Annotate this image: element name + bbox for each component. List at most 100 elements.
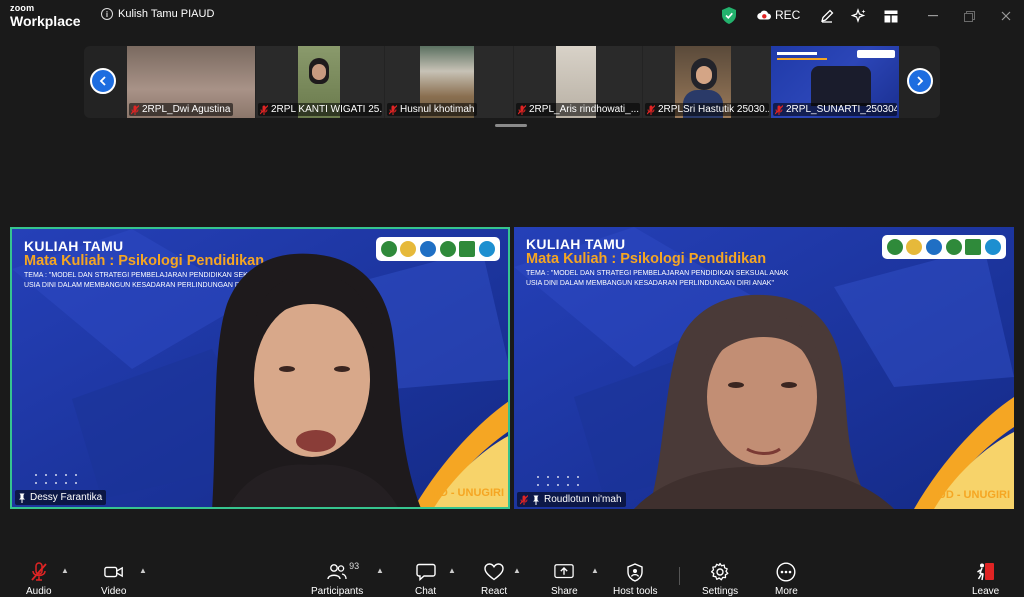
participant-name: Husnul khotimah <box>400 104 475 115</box>
participant-video <box>212 253 421 507</box>
settings-label: Settings <box>702 586 739 597</box>
shield-icon[interactable] <box>722 7 736 24</box>
shield-icon <box>627 562 643 582</box>
mic-muted-icon <box>775 104 783 115</box>
settings-button[interactable]: Settings <box>702 562 738 597</box>
mic-muted-icon <box>647 104 655 115</box>
leave-button[interactable]: Leave <box>972 562 999 597</box>
audio-button[interactable]: Audio <box>26 562 52 597</box>
mic-muted-icon <box>520 494 528 505</box>
video-label: Video <box>101 586 127 597</box>
app-logo: zoom Workplace <box>10 3 81 29</box>
pin-icon <box>19 493 25 503</box>
rec-label: REC <box>775 8 801 22</box>
participants-button[interactable]: 93 Participants <box>311 561 364 597</box>
react-label: React <box>481 586 508 597</box>
close-button[interactable] <box>998 8 1014 24</box>
participant-thumbnail[interactable]: 2RPLSri Hastutik 25030... <box>643 46 771 118</box>
audio-label: Audio <box>26 586 52 597</box>
participant-name: 2RPL_SUNARTI_250304... <box>786 104 897 115</box>
host-tools-button[interactable]: Host tools <box>613 562 657 597</box>
chat-bubble-icon <box>415 563 436 581</box>
react-button[interactable]: React <box>481 562 507 597</box>
meeting-info-button[interactable]: i Kulish Tamu PIAUD <box>101 8 214 20</box>
restore-icon <box>963 10 975 22</box>
more-button[interactable]: More <box>775 562 798 597</box>
mic-muted-icon <box>389 104 397 115</box>
meeting-title: Kulish Tamu PIAUD <box>118 8 215 20</box>
participant-name-label: 2RPL_Dwi Agustina <box>129 103 234 116</box>
react-options-chevron-icon[interactable]: ▲ <box>513 566 521 575</box>
sparkle-icon <box>851 8 866 23</box>
participant-name-label: Roudlotun ni'mah <box>517 492 626 507</box>
participant-name-label: 2RPL KANTI WIGATI 25... <box>258 103 382 116</box>
share-button[interactable]: Share <box>551 562 578 597</box>
mic-muted-icon <box>131 104 139 115</box>
video-tile[interactable]: KULIAH TAMU Mata Kuliah : Psikologi Pend… <box>514 227 1014 509</box>
participant-thumbnail[interactable]: 2RPL_Dwi Agustina <box>127 46 255 118</box>
mic-muted-icon <box>518 104 526 115</box>
participant-thumbnail[interactable]: 2RPL_SUNARTI_250304... <box>771 46 899 118</box>
participant-name-label: Dessy Farantika <box>15 490 107 505</box>
participants-label: Participants <box>311 586 364 597</box>
grid-view-icon <box>884 10 898 22</box>
mic-muted-icon <box>260 104 268 115</box>
filmstrip-prev-button[interactable] <box>90 68 116 94</box>
participant-thumbnail[interactable]: 2RPL_Aris rindhowati_... <box>514 46 642 118</box>
chevron-left-icon <box>99 76 106 86</box>
host-tools-label: Host tools <box>613 586 658 597</box>
minimize-icon <box>928 15 938 17</box>
video-options-chevron-icon[interactable]: ▲ <box>139 566 147 575</box>
participants-options-chevron-icon[interactable]: ▲ <box>376 566 384 575</box>
participant-thumbnail[interactable]: Husnul khotimah <box>385 46 513 118</box>
chat-button[interactable]: Chat <box>415 562 436 597</box>
share-label: Share <box>551 586 578 597</box>
cloud-record-icon <box>757 10 771 20</box>
recording-indicator[interactable]: REC <box>757 8 800 22</box>
video-button[interactable]: Video <box>101 562 126 597</box>
more-label: More <box>775 586 798 597</box>
brand-top: zoom <box>10 3 35 13</box>
view-button[interactable] <box>879 4 903 28</box>
toolbar-divider <box>679 567 680 585</box>
participants-icon <box>327 564 347 580</box>
participant-thumbnail[interactable]: 2RPL KANTI WIGATI 25... <box>256 46 384 118</box>
participant-video <box>634 294 894 509</box>
annotate-button[interactable] <box>815 4 839 28</box>
pin-icon <box>533 495 539 505</box>
pencil-icon <box>821 9 834 23</box>
participant-name: Dessy Farantika <box>30 492 103 503</box>
leave-door-icon <box>976 563 994 581</box>
restore-button[interactable] <box>961 8 977 24</box>
participant-name-label: Husnul khotimah <box>387 103 478 116</box>
share-options-chevron-icon[interactable]: ▲ <box>591 566 599 575</box>
more-options-icon <box>776 562 796 582</box>
close-icon <box>1001 11 1011 21</box>
leave-label: Leave <box>972 586 1000 597</box>
info-icon: i <box>101 8 113 20</box>
meeting-toolbar <box>0 554 1024 597</box>
title-bar: zoom Workplace i Kulish Tamu PIAUD REC <box>0 0 1024 33</box>
chat-label: Chat <box>415 586 437 597</box>
filmstrip-next-button[interactable] <box>907 68 933 94</box>
participant-name: 2RPLSri Hastutik 25030... <box>658 104 769 115</box>
gear-icon <box>711 562 729 581</box>
participant-name: 2RPL_Aris rindhowati_... <box>529 104 640 115</box>
participant-name-label: 2RPL_Aris rindhowati_... <box>516 103 640 116</box>
participant-name: Roudlotun ni'mah <box>544 494 622 505</box>
minimize-button[interactable] <box>925 8 941 24</box>
share-screen-icon <box>554 564 575 579</box>
participant-name: 2RPL KANTI WIGATI 25... <box>271 104 382 115</box>
mic-muted-icon <box>31 562 47 581</box>
heart-icon <box>484 563 504 581</box>
participant-name-label: 2RPLSri Hastutik 25030... <box>645 103 769 116</box>
participant-name: 2RPL_Dwi Agustina <box>142 104 231 115</box>
ai-companion-button[interactable] <box>847 4 871 28</box>
chat-options-chevron-icon[interactable]: ▲ <box>448 566 456 575</box>
brand-bottom: Workplace <box>10 13 81 29</box>
video-camera-icon <box>103 566 123 578</box>
participants-count: 93 <box>349 561 360 571</box>
audio-options-chevron-icon[interactable]: ▲ <box>61 566 69 575</box>
video-tile-speaker[interactable]: KULIAH TAMU Mata Kuliah : Psikologi Pend… <box>10 227 510 509</box>
filmstrip-resize-handle[interactable] <box>495 124 527 127</box>
